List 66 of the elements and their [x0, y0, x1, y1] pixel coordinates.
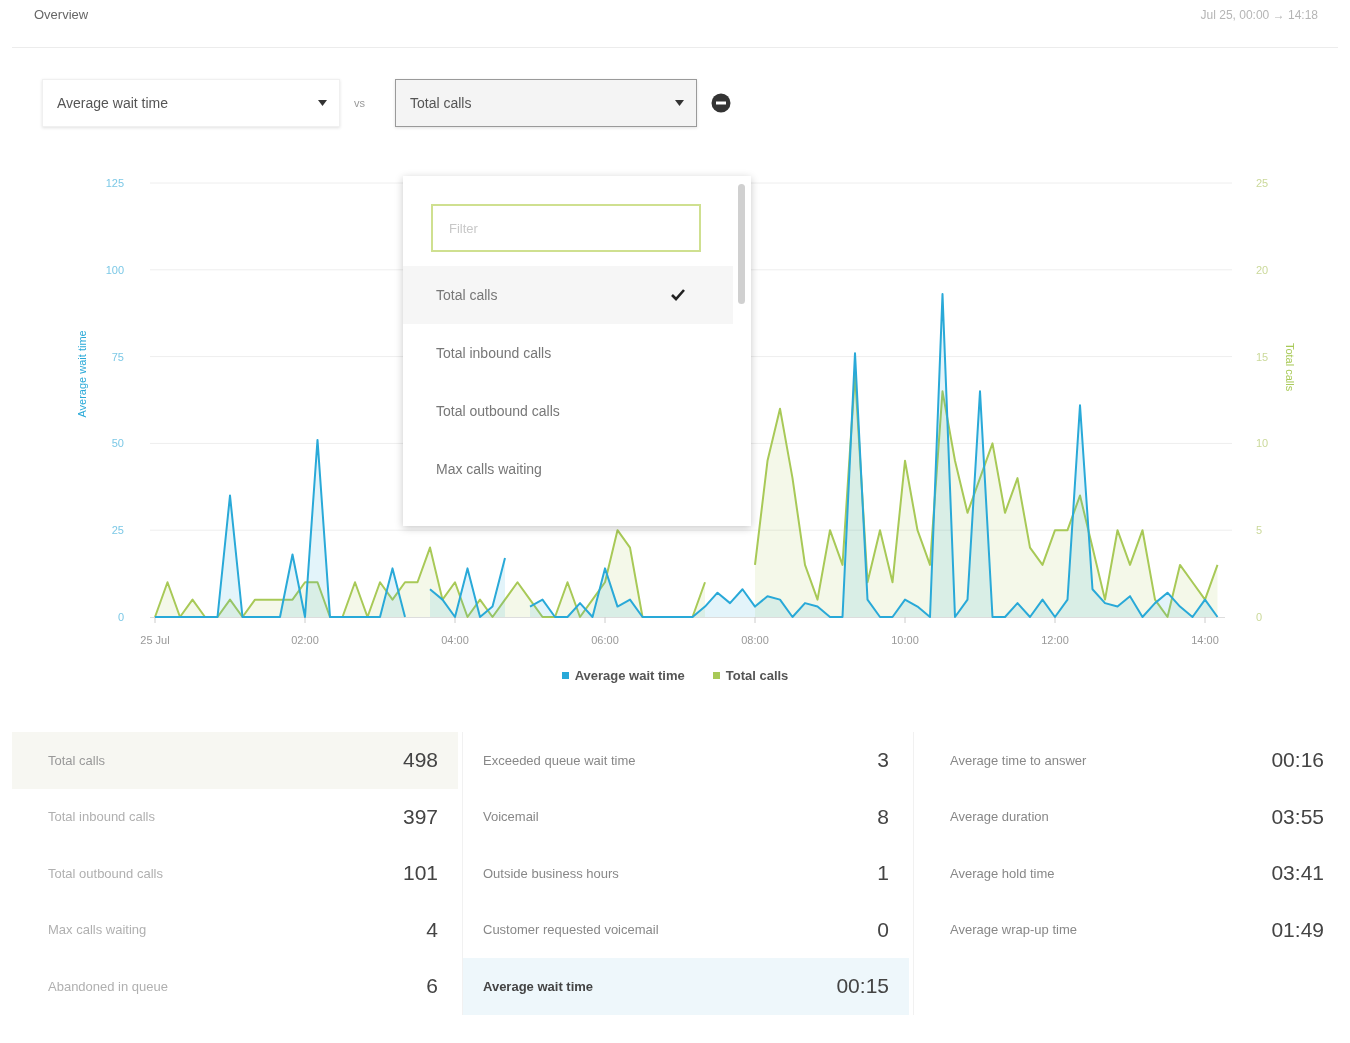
- check-icon: [671, 289, 685, 301]
- dropdown-option[interactable]: Max calls waiting: [403, 440, 733, 498]
- axis-tick-label: 10:00: [891, 634, 919, 646]
- axis-tick-label: 10: [1256, 437, 1269, 450]
- axis-title: Average wait time: [76, 330, 88, 418]
- axis-tick-label: 75: [111, 350, 124, 363]
- stat-value: 03:55: [1271, 804, 1324, 829]
- axis-tick-label: 100: [105, 263, 124, 276]
- stat-label: Average time to answer: [950, 752, 1087, 768]
- axis-tick-label: 25: [1256, 177, 1269, 189]
- axis-tick-label: 25: [111, 524, 124, 537]
- axis-tick-label: 0: [117, 611, 124, 623]
- stat-label: Total inbound calls: [48, 809, 155, 825]
- stat-value: 6: [426, 974, 438, 999]
- remove-icon[interactable]: [711, 93, 731, 113]
- stat-value: 3: [877, 748, 889, 773]
- stat-label: Average duration: [950, 809, 1049, 825]
- stat-value: 01:49: [1271, 917, 1324, 942]
- axis-tick-label: 12:00: [1041, 634, 1069, 646]
- axis-tick-label: 14:00: [1191, 634, 1219, 646]
- stat-value: 101: [402, 861, 438, 886]
- stat-label: Average wrap-up time: [950, 922, 1077, 938]
- stat-value: 00:16: [1271, 748, 1324, 773]
- axis-tick-label: 02:00: [291, 634, 319, 646]
- axis-tick-label: 04:00: [441, 634, 469, 646]
- stat-value: 03:41: [1271, 861, 1324, 886]
- page-title: Overview: [34, 7, 89, 22]
- stat-value: 00:15: [836, 974, 889, 999]
- stat-label: Average hold time: [950, 865, 1055, 881]
- stat-label: Average wait time: [483, 978, 594, 994]
- axis-tick-label: 25 Jul: [140, 634, 170, 646]
- axis-tick-label: 20: [1256, 263, 1269, 276]
- axis-tick-label: 15: [1256, 350, 1269, 363]
- stat-value: 1: [877, 861, 889, 886]
- axis-tick-label: 06:00: [591, 634, 619, 646]
- legend-item[interactable]: Average wait time: [561, 668, 685, 683]
- stat-label: Voicemail: [483, 809, 539, 825]
- dropdown-option[interactable]: Total outbound calls: [403, 382, 733, 440]
- versus-label: vs: [354, 97, 365, 109]
- stat-label: Abandoned in queue: [48, 978, 168, 994]
- stat-label: Customer requested voicemail: [483, 922, 659, 938]
- stat-value: 397: [402, 804, 438, 829]
- dropdown-option[interactable]: Total inbound calls: [403, 324, 733, 382]
- date-range: Jul 25, 00:00 → 14:18: [1200, 7, 1318, 22]
- stat-value: 498: [402, 748, 438, 773]
- stat-label: Total outbound calls: [48, 865, 163, 881]
- stat-label: Max calls waiting: [48, 922, 147, 938]
- stat-value: 4: [426, 917, 438, 942]
- axis-tick-label: 0: [1256, 611, 1263, 623]
- legend-item[interactable]: Total calls: [712, 668, 789, 683]
- compare-select[interactable]: Total calls: [395, 79, 697, 127]
- scrollbar-thumb[interactable]: [738, 184, 745, 304]
- stat-label: Exceeded queue wait time: [483, 752, 636, 768]
- axis-title: Total calls: [1284, 342, 1296, 392]
- dropdown-option[interactable]: Total calls: [403, 266, 733, 324]
- stat-value: 8: [877, 804, 889, 829]
- axis-tick-label: 5: [1256, 524, 1263, 537]
- axis-tick-label: 08:00: [741, 634, 769, 646]
- axis-tick-label: 50: [111, 437, 124, 450]
- stat-label: Outside business hours: [483, 865, 619, 881]
- caret-icon: [675, 100, 684, 106]
- metric-select[interactable]: Average wait time: [42, 79, 340, 127]
- caret-icon: [318, 100, 327, 106]
- axis-tick-label: 125: [105, 177, 124, 189]
- stat-label: Total calls: [48, 752, 106, 768]
- stat-value: 0: [877, 917, 889, 942]
